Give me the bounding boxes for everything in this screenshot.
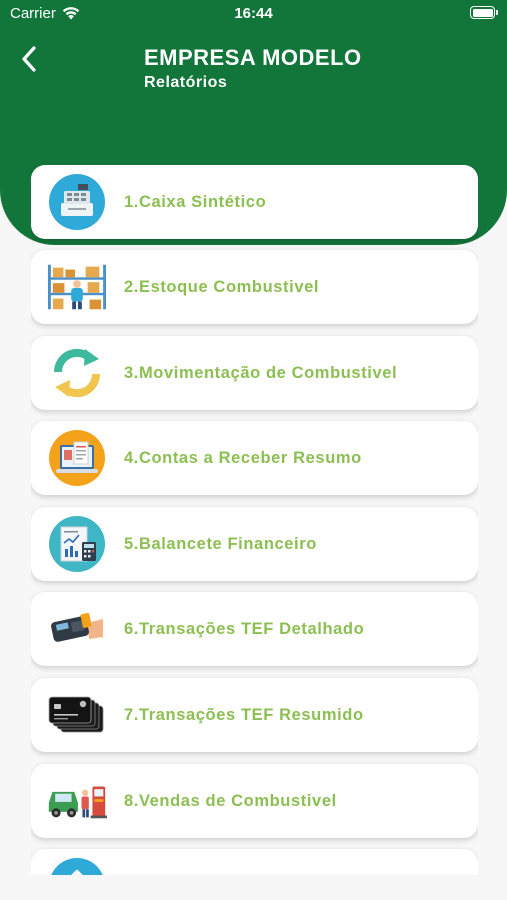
credit-cards-icon — [47, 687, 107, 743]
cash-register-icon — [47, 174, 107, 230]
report-label: 8.Vendas de Combustivel — [124, 791, 337, 810]
report-item-contas-receber-resumo[interactable]: 4.Contas a Receber Resumo — [31, 421, 478, 495]
report-item-balancete-financeiro[interactable]: 5.Balancete Financeiro — [31, 507, 478, 581]
upload-icon — [47, 858, 107, 875]
report-list: 1.Caixa Sintético 2.Estoque Combustivel — [31, 165, 478, 875]
report-label: 5.Balancete Financeiro — [124, 534, 317, 553]
report-label: 6.Transações TEF Detalhado — [124, 619, 365, 638]
invoice-screen-icon — [47, 430, 107, 486]
report-label: 2.Estoque Combustivel — [124, 277, 320, 296]
card-terminal-icon — [47, 601, 107, 657]
financial-report-icon — [47, 516, 107, 572]
cycle-arrows-icon — [47, 345, 107, 401]
page-title: EMPRESA MODELO — [144, 45, 362, 70]
report-label: 1.Caixa Sintético — [124, 192, 267, 211]
battery-icon — [470, 6, 498, 19]
status-time: 16:44 — [234, 5, 273, 22]
report-item-transacoes-tef-detalhado[interactable]: 6.Transações TEF Detalhado — [31, 592, 478, 666]
report-item-vendas-combustivel[interactable]: 8.Vendas de Combustivel — [31, 764, 478, 838]
status-bar: Carrier 16:44 — [0, 0, 507, 28]
report-item-movimentacao-combustivel[interactable]: 3.Movimentação de Combustivel — [31, 336, 478, 410]
report-item-transacoes-tef-resumido[interactable]: 7.Transações TEF Resumido — [31, 678, 478, 752]
report-label: 4.Contas a Receber Resumo — [124, 448, 362, 467]
report-item-estoque-combustivel[interactable]: 2.Estoque Combustivel — [31, 250, 478, 324]
warehouse-stock-icon — [47, 259, 107, 315]
chevron-left-icon — [22, 46, 36, 72]
fuel-pump-car-icon — [47, 773, 107, 829]
back-button[interactable] — [14, 44, 44, 74]
bottom-safe-area — [0, 875, 507, 900]
report-label: 3.Movimentação de Combustivel — [124, 363, 398, 382]
report-label: 7.Transações TEF Resumido — [124, 705, 364, 724]
report-item-caixa-sintetico[interactable]: 1.Caixa Sintético — [31, 165, 478, 239]
report-item-9[interactable] — [31, 849, 478, 875]
page-subtitle: Relatórios — [144, 74, 228, 91]
